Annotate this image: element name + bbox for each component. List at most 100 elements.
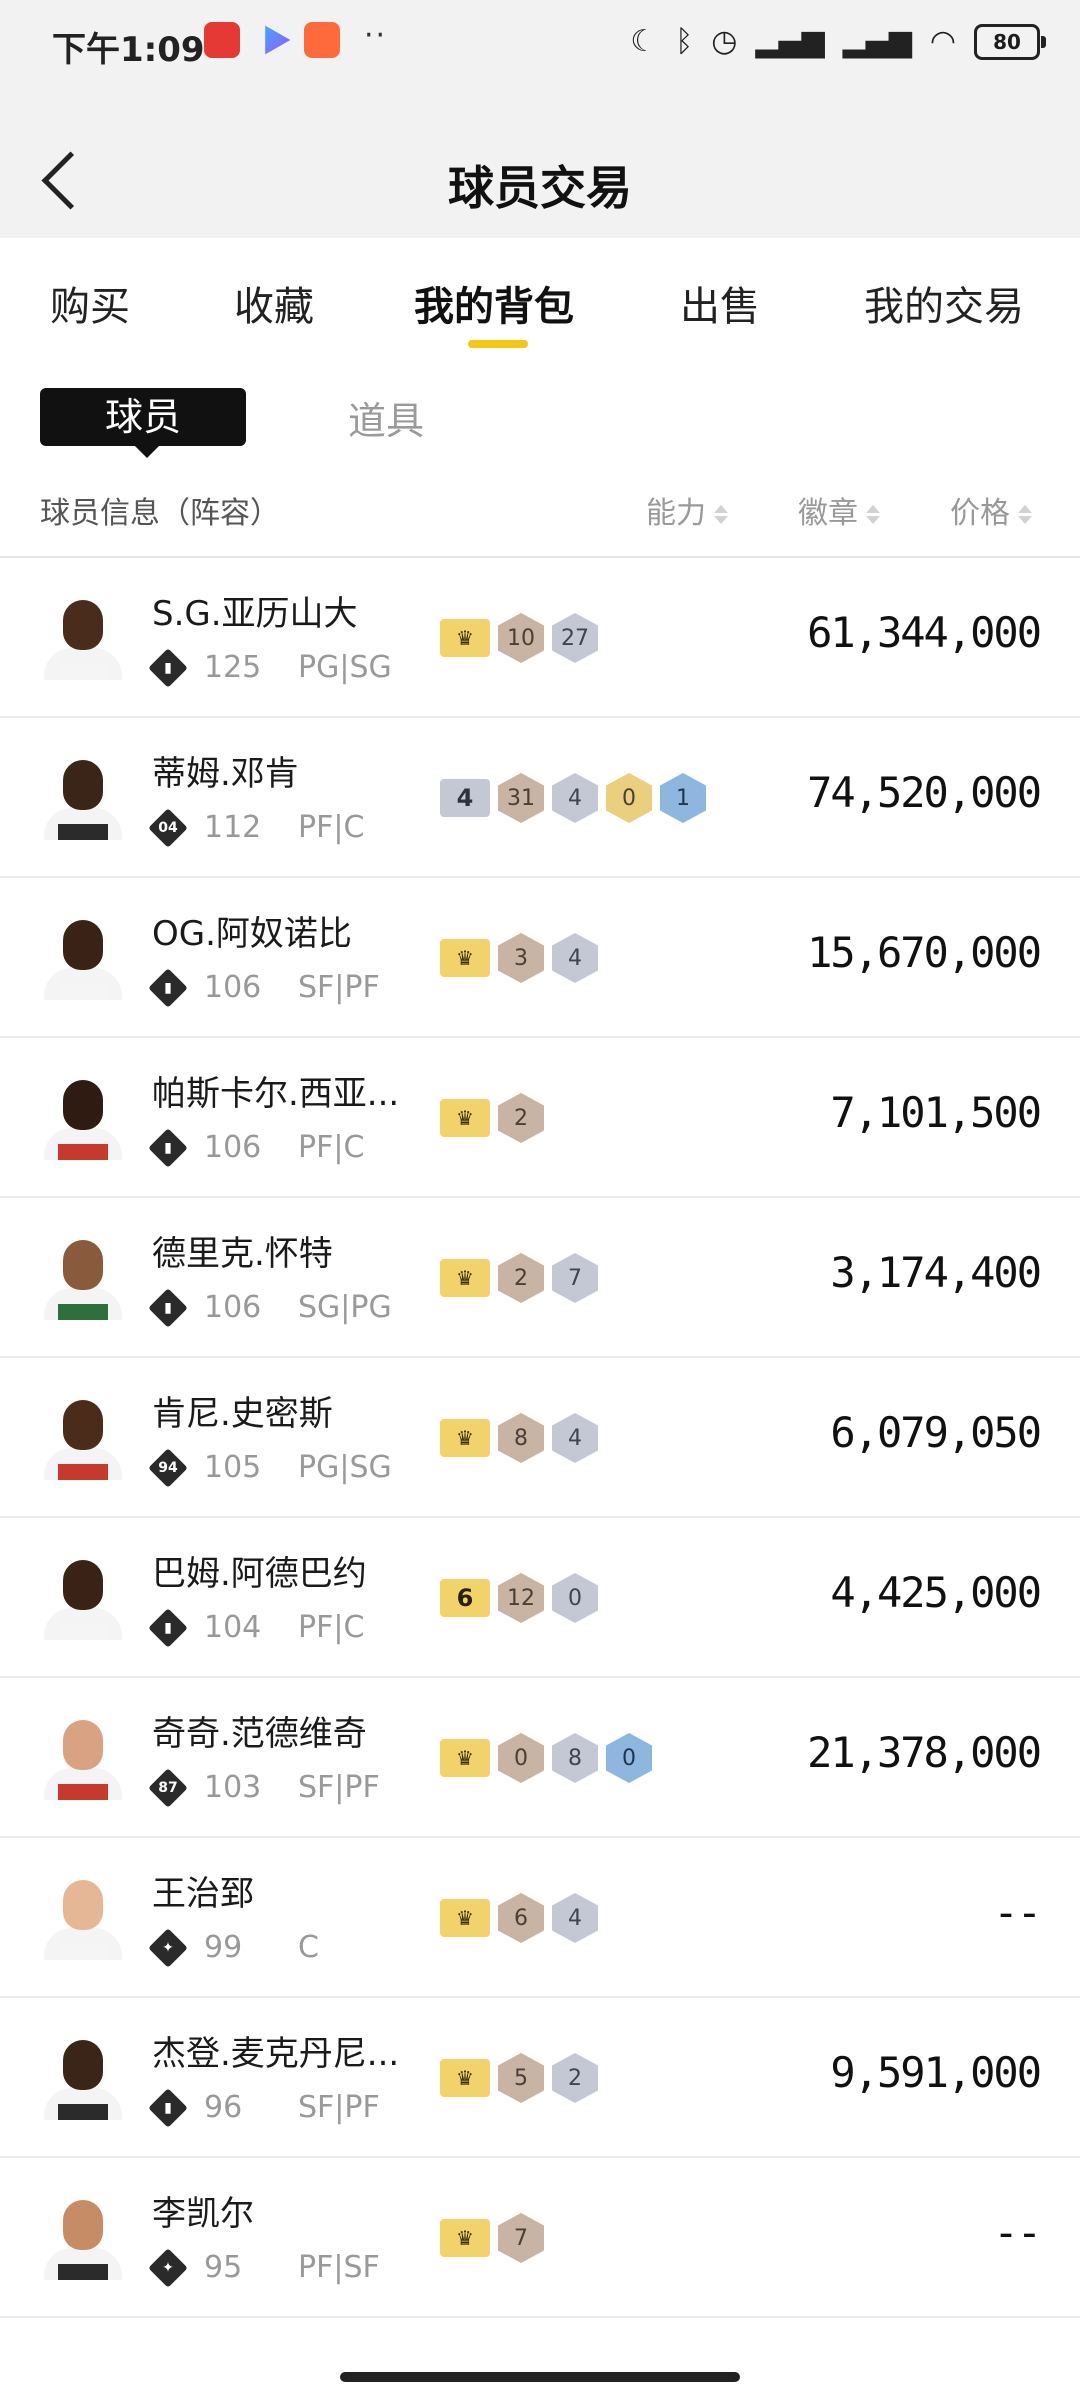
player-row[interactable]: 帕斯卡尔.西亚... ▮ 106 PF|C ♛ 2 7,101,500 xyxy=(0,1038,1080,1198)
player-list: S.G.亚历山大 ▮ 125 PG|SG ♛ 10 27 61,344,000 蒂姆.邓肯 04 1… xyxy=(0,558,1080,2318)
avatar-jersey xyxy=(58,2104,108,2120)
badge-group: ♛ 6 4 xyxy=(440,1893,598,1943)
bars-icon: ▮ xyxy=(148,648,188,688)
tab-my-trades[interactable]: 我的交易 xyxy=(864,274,1024,332)
silver-badge-icon: 2 xyxy=(552,2053,598,2103)
rank-glyph: ▮ xyxy=(164,1140,172,1156)
player-avatar xyxy=(40,914,126,1000)
crown-icon: ♛ xyxy=(440,1259,490,1297)
avatar-head xyxy=(63,2040,103,2090)
avatar-head xyxy=(63,1080,103,1130)
player-position: PF|C xyxy=(298,810,365,845)
player-row[interactable]: 李凯尔 ✦ 95 PF|SF ♛ 7 -- xyxy=(0,2158,1080,2318)
player-name: OG.阿奴诺比 xyxy=(152,914,352,954)
rank-glyph: ▮ xyxy=(164,1300,172,1316)
avatar-jersey xyxy=(58,1624,108,1640)
player-position: C xyxy=(298,1930,319,1965)
player-name: S.G.亚历山大 xyxy=(152,594,358,634)
level-tag: 4 xyxy=(440,779,490,817)
player-avatar xyxy=(40,1394,126,1480)
silver-badge-icon: 4 xyxy=(552,1413,598,1463)
rank-number-icon: 94 xyxy=(148,1448,188,1488)
player-position: PG|SG xyxy=(298,650,392,685)
signal-icon-2: ▂▄▆ xyxy=(842,24,912,59)
silver-badge-icon: 4 xyxy=(552,1893,598,1943)
player-name: 德里克.怀特 xyxy=(152,1234,333,1274)
player-position: SF|PF xyxy=(298,2090,380,2125)
rank-number: 87 xyxy=(158,1780,178,1796)
player-avatar xyxy=(40,1234,126,1320)
player-row[interactable]: 奇奇.范德维奇 87 103 SF|PF ♛ 0 8 0 21,378,000 xyxy=(0,1678,1080,1838)
avatar-jersey xyxy=(58,664,108,680)
crown-icon: ♛ xyxy=(440,1419,490,1457)
player-avatar xyxy=(40,1554,126,1640)
player-row[interactable]: 肯尼.史密斯 94 105 PG|SG ♛ 8 4 6,079,050 xyxy=(0,1358,1080,1518)
crown-icon: ♛ xyxy=(440,939,490,977)
player-avatar xyxy=(40,594,126,680)
player-price: 74,520,000 xyxy=(807,768,1042,817)
rank-number-icon: 04 xyxy=(148,808,188,848)
avatar-jersey xyxy=(58,984,108,1000)
player-ability: 112 xyxy=(204,810,262,845)
player-position: PF|SF xyxy=(298,2250,380,2285)
rank-glyph: ▮ xyxy=(164,980,172,996)
signal-icon: ▂▄▆ xyxy=(755,24,825,59)
silver-badge-icon: 27 xyxy=(552,613,598,663)
player-avatar xyxy=(40,754,126,840)
player-row[interactable]: 德里克.怀特 ▮ 106 SG|PG ♛ 2 7 3,174,400 xyxy=(0,1198,1080,1358)
column-badge[interactable]: 徽章 xyxy=(798,488,880,532)
bronze-badge-icon: 8 xyxy=(498,1413,544,1463)
column-price[interactable]: 价格 xyxy=(950,488,1032,532)
player-row[interactable]: 杰登.麦克丹尼... ▮ 96 SF|PF ♛ 5 2 9,591,000 xyxy=(0,1998,1080,2158)
badge-group: ♛ 0 8 0 xyxy=(440,1733,652,1783)
badge-group: 4 31 4 0 1 xyxy=(440,773,706,823)
tab-favorites[interactable]: 收藏 xyxy=(234,274,314,332)
main-tabs: 购买 收藏 我的背包 出售 我的交易 xyxy=(0,238,1080,358)
column-badge-label: 徽章 xyxy=(798,496,858,531)
badge-group: ♛ 10 27 xyxy=(440,613,598,663)
player-position: SF|PF xyxy=(298,970,380,1005)
blue-badge-icon: 1 xyxy=(660,773,706,823)
battery-icon: 80 xyxy=(974,24,1046,60)
avatar-head xyxy=(63,1720,103,1770)
player-avatar xyxy=(40,2194,126,2280)
player-row[interactable]: 巴姆.阿德巴约 ▮ 104 PF|C 6 12 0 4,425,000 xyxy=(0,1518,1080,1678)
column-price-label: 价格 xyxy=(950,496,1010,531)
column-player-info: 球员信息（阵容） xyxy=(40,496,280,531)
tab-buy[interactable]: 购买 xyxy=(50,274,130,332)
subtab-players[interactable]: 球员 xyxy=(40,388,246,458)
rank-glyph: ▮ xyxy=(164,660,172,676)
bronze-badge-icon: 2 xyxy=(498,1253,544,1303)
star-icon: ✦ xyxy=(148,2248,188,2288)
badge-group: ♛ 3 4 xyxy=(440,933,598,983)
avatar-head xyxy=(63,1560,103,1610)
avatar-jersey xyxy=(58,1944,108,1960)
player-row[interactable]: 蒂姆.邓肯 04 112 PF|C 4 31 4 0 1 74,520,000 xyxy=(0,718,1080,878)
player-row[interactable]: S.G.亚历山大 ▮ 125 PG|SG ♛ 10 27 61,344,000 xyxy=(0,558,1080,718)
tab-my-backpack[interactable]: 我的背包 xyxy=(414,274,574,332)
star-icon: ✦ xyxy=(148,1928,188,1968)
player-price: -- xyxy=(993,2208,1042,2257)
player-price: 4,425,000 xyxy=(830,1568,1042,1617)
player-position: SG|PG xyxy=(298,1290,392,1325)
player-row[interactable]: OG.阿奴诺比 ▮ 106 SF|PF ♛ 3 4 15,670,000 xyxy=(0,878,1080,1038)
bronze-badge-icon: 0 xyxy=(498,1733,544,1783)
avatar-head xyxy=(63,600,103,650)
subtab-items[interactable]: 道具 xyxy=(348,390,424,445)
column-ability[interactable]: 能力 xyxy=(646,488,728,532)
player-row[interactable]: 王治郅 ✦ 99 C ♛ 6 4 -- xyxy=(0,1838,1080,1998)
player-name: 王治郅 xyxy=(152,1874,254,1914)
shopping-app-icon xyxy=(304,22,340,58)
level-tag: 6 xyxy=(440,1579,490,1617)
rank-glyph: ✦ xyxy=(162,2260,174,2276)
player-avatar xyxy=(40,1714,126,1800)
silver-badge-icon: 4 xyxy=(552,933,598,983)
player-ability: 106 xyxy=(204,1130,262,1165)
avatar-jersey xyxy=(58,1304,108,1320)
home-indicator[interactable] xyxy=(340,2372,740,2382)
rank-number: 94 xyxy=(158,1460,178,1476)
tab-sell[interactable]: 出售 xyxy=(680,274,760,332)
badge-group: ♛ 2 xyxy=(440,1093,544,1143)
player-name: 蒂姆.邓肯 xyxy=(152,754,299,794)
player-name: 肯尼.史密斯 xyxy=(152,1394,333,1434)
